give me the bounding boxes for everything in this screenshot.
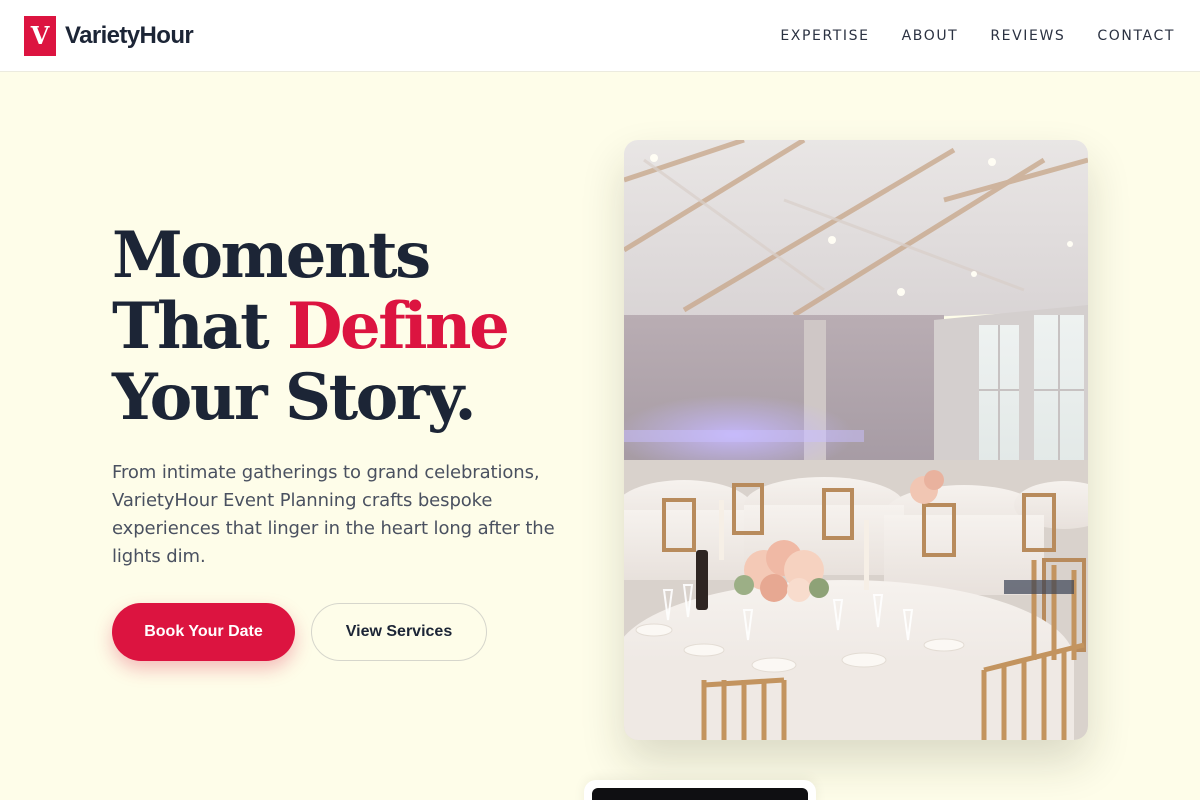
brand-logo-icon: V (24, 15, 56, 56)
nav-item-contact[interactable]: CONTACT (1097, 28, 1175, 44)
hero-description: From intimate gatherings to grand celebr… (112, 462, 555, 567)
hero-banquet-photo (624, 140, 1088, 740)
hero-title-line1: Moments (112, 218, 431, 293)
site-header: V VarietyHour EXPERTISE ABOUT REVIEWS CO… (0, 0, 1200, 72)
main-nav: EXPERTISE ABOUT REVIEWS CONTACT (780, 28, 1175, 44)
view-services-button[interactable]: View Services (311, 603, 487, 661)
bottom-media-card (584, 780, 816, 800)
nav-item-expertise[interactable]: EXPERTISE (780, 28, 869, 44)
banquet-hall-illustration (624, 140, 1088, 740)
book-your-date-button[interactable]: Book Your Date (112, 603, 295, 661)
hero-title-line2-start: That (112, 289, 287, 364)
nav-item-about[interactable]: ABOUT (902, 28, 959, 44)
hero-title: Moments That Define Your Story. (112, 220, 592, 433)
brand-logo-link[interactable]: V VarietyHour (24, 15, 194, 56)
hero-title-line3: Your Story. (112, 360, 477, 435)
nav-item-reviews[interactable]: REVIEWS (990, 28, 1065, 44)
hero-title-accent-word: Define (286, 289, 510, 364)
bottom-media-preview (592, 788, 808, 800)
brand-name: VarietyHour (65, 21, 194, 49)
